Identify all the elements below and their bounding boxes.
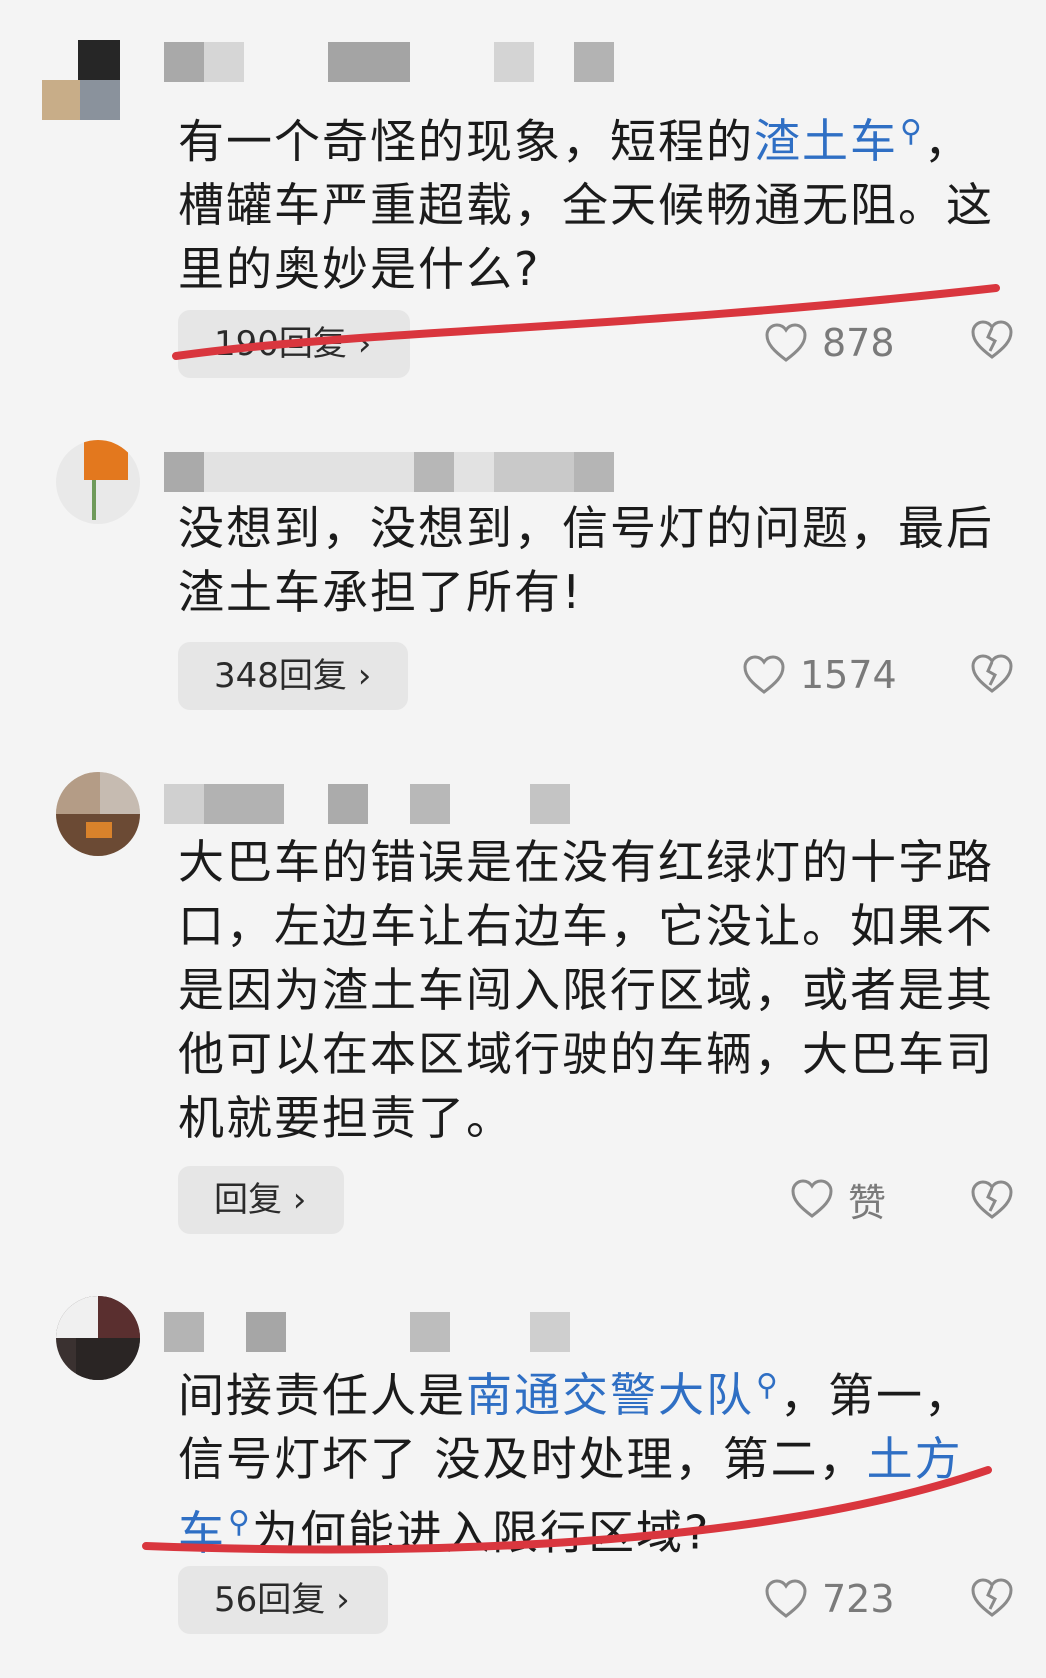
like-button[interactable]: 赞 [790,1174,887,1225]
avatar[interactable] [56,1296,140,1380]
comment-text: 大巴车的错误是在没有红绿灯的十字路口，左边车让右边车，它没让。如果不是因为渣土车… [178,830,1008,1150]
search-icon[interactable]: ⚲ [900,114,924,149]
avatar[interactable] [56,440,140,524]
search-icon[interactable]: ⚲ [756,1368,780,1403]
replies-button[interactable]: 348回复 › [178,642,408,710]
replies-button[interactable]: 回复 › [178,1166,344,1234]
like-count: 赞 [848,1180,887,1225]
keyword-link[interactable]: 渣土车⚲ [754,114,924,168]
broken-heart-icon[interactable] [970,654,1014,694]
text-segment: 有一个奇怪的现象，短程的 [178,114,754,169]
like-button[interactable]: 1574 [742,650,897,700]
like-count: 1574 [800,653,897,697]
heart-outline-icon [765,1579,807,1618]
comment-text: 有一个奇怪的现象，短程的渣土车⚲，槽罐车严重超载，全天候畅通无阻。这里的奥妙是什… [178,100,1008,301]
text-segment: 大巴车的错误是在没有红绿灯的十字路口，左边车让右边车，它没让。如果不是因为渣土车… [178,835,994,1145]
keyword-link[interactable]: 南通交警大队⚲ [466,1368,780,1422]
like-button[interactable]: 878 [764,318,895,368]
text-segment: 为何能进入限行区域? [251,1505,711,1560]
avatar[interactable] [56,772,140,856]
search-icon[interactable]: ⚲ [228,1505,252,1540]
text-segment: 间接责任人是 [178,1368,466,1423]
like-count: 878 [822,321,895,365]
heart-outline-icon [765,323,807,362]
like-button[interactable]: 723 [764,1574,895,1624]
broken-heart-icon[interactable] [970,1180,1014,1220]
text-segment: 没想到，没想到，信号灯的问题，最后渣土车承担了所有! [178,501,994,619]
broken-heart-icon[interactable] [970,1578,1014,1618]
comment-text: 没想到，没想到，信号灯的问题，最后渣土车承担了所有! [178,496,1008,624]
comment-text: 间接责任人是南通交警大队⚲，第一，信号灯坏了 没及时处理，第二，土方车⚲为何能进… [178,1354,1008,1565]
heart-outline-icon [743,655,785,694]
replies-button[interactable]: 190回复 › [178,310,410,378]
broken-heart-icon[interactable] [970,320,1014,360]
replies-button[interactable]: 56回复 › [178,1566,388,1634]
like-count: 723 [822,1577,895,1621]
avatar[interactable] [42,40,142,130]
heart-outline-icon [791,1179,833,1218]
